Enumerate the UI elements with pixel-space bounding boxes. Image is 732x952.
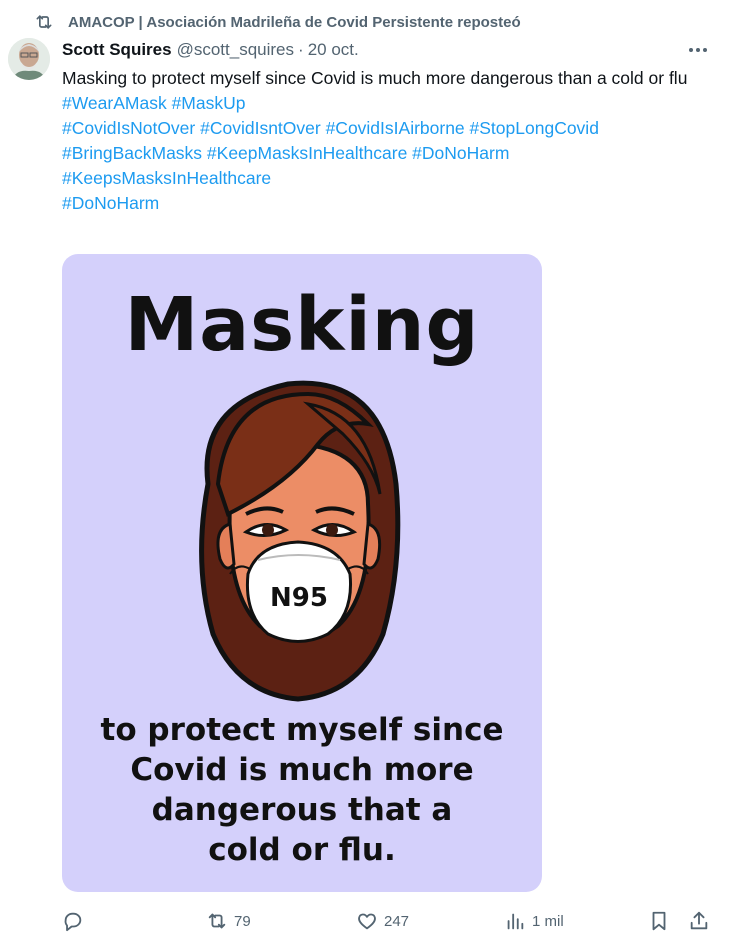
share-icon [690,911,708,930]
repost-context[interactable]: AMACOP | Asociación Madrileña de Covid P… [34,10,521,34]
hashtag-line[interactable]: #KeepsMasksInHealthcare [62,166,722,191]
woman-with-mask-illustration: N95 [199,380,401,702]
share-button[interactable] [688,910,710,932]
views-button[interactable]: 1 mil [504,910,564,932]
hashtag-line[interactable]: #DoNoHarm [62,191,722,216]
mask-label: N95 [270,583,328,613]
like-button[interactable]: 247 [356,910,409,932]
image-caption: to protect myself since Covid is much mo… [62,710,542,870]
caption-line: cold or flu. [208,832,396,868]
views-count: 1 mil [532,912,564,930]
tweet-image[interactable]: Masking N95 to protect myself since Covi… [62,254,542,892]
author-handle[interactable]: @scott_squires [177,40,294,60]
like-count: 247 [384,912,410,930]
reply-button[interactable] [62,910,90,932]
tweet-text: Masking to protect myself since Covid is… [62,68,688,88]
more-icon-dot [689,48,693,52]
hashtag-line[interactable]: #BringBackMasks #KeepMasksInHealthcare #… [62,141,722,166]
tweet-header: Scott Squires @scott_squires · 20 oct. [62,38,714,62]
tweet-date[interactable]: 20 oct. [308,40,359,60]
more-icon-dot [696,48,700,52]
repost-button[interactable]: 79 [206,910,251,932]
reply-icon [64,912,82,932]
action-bar: 79 247 1 mil [62,906,714,936]
views-icon [507,913,524,930]
repost-label[interactable]: AMACOP | Asociación Madrileña de Covid P… [68,14,521,31]
bookmark-button[interactable] [648,910,670,932]
repost-icon [36,15,52,29]
caption-line: to protect myself since [100,712,504,748]
avatar[interactable] [8,38,50,80]
avatar-image [8,38,50,80]
image-title: Masking [124,282,480,368]
more-icon-dot [703,48,707,52]
more-button[interactable] [686,40,710,60]
tweet-body: Masking to protect myself since Covid is… [62,66,722,216]
separator-dot: · [298,40,304,59]
repost-count: 79 [234,912,251,930]
repost-icon [208,913,226,929]
like-icon [358,913,376,930]
author-name[interactable]: Scott Squires [62,40,172,60]
caption-line: dangerous that a [151,792,453,828]
caption-line: Covid is much more [130,752,474,788]
bookmark-icon [652,911,666,931]
hashtag-line[interactable]: #CovidIsNotOver #CovidIsntOver #CovidIsI… [62,116,722,141]
hashtag-line[interactable]: #WearAMask #MaskUp [62,91,722,116]
